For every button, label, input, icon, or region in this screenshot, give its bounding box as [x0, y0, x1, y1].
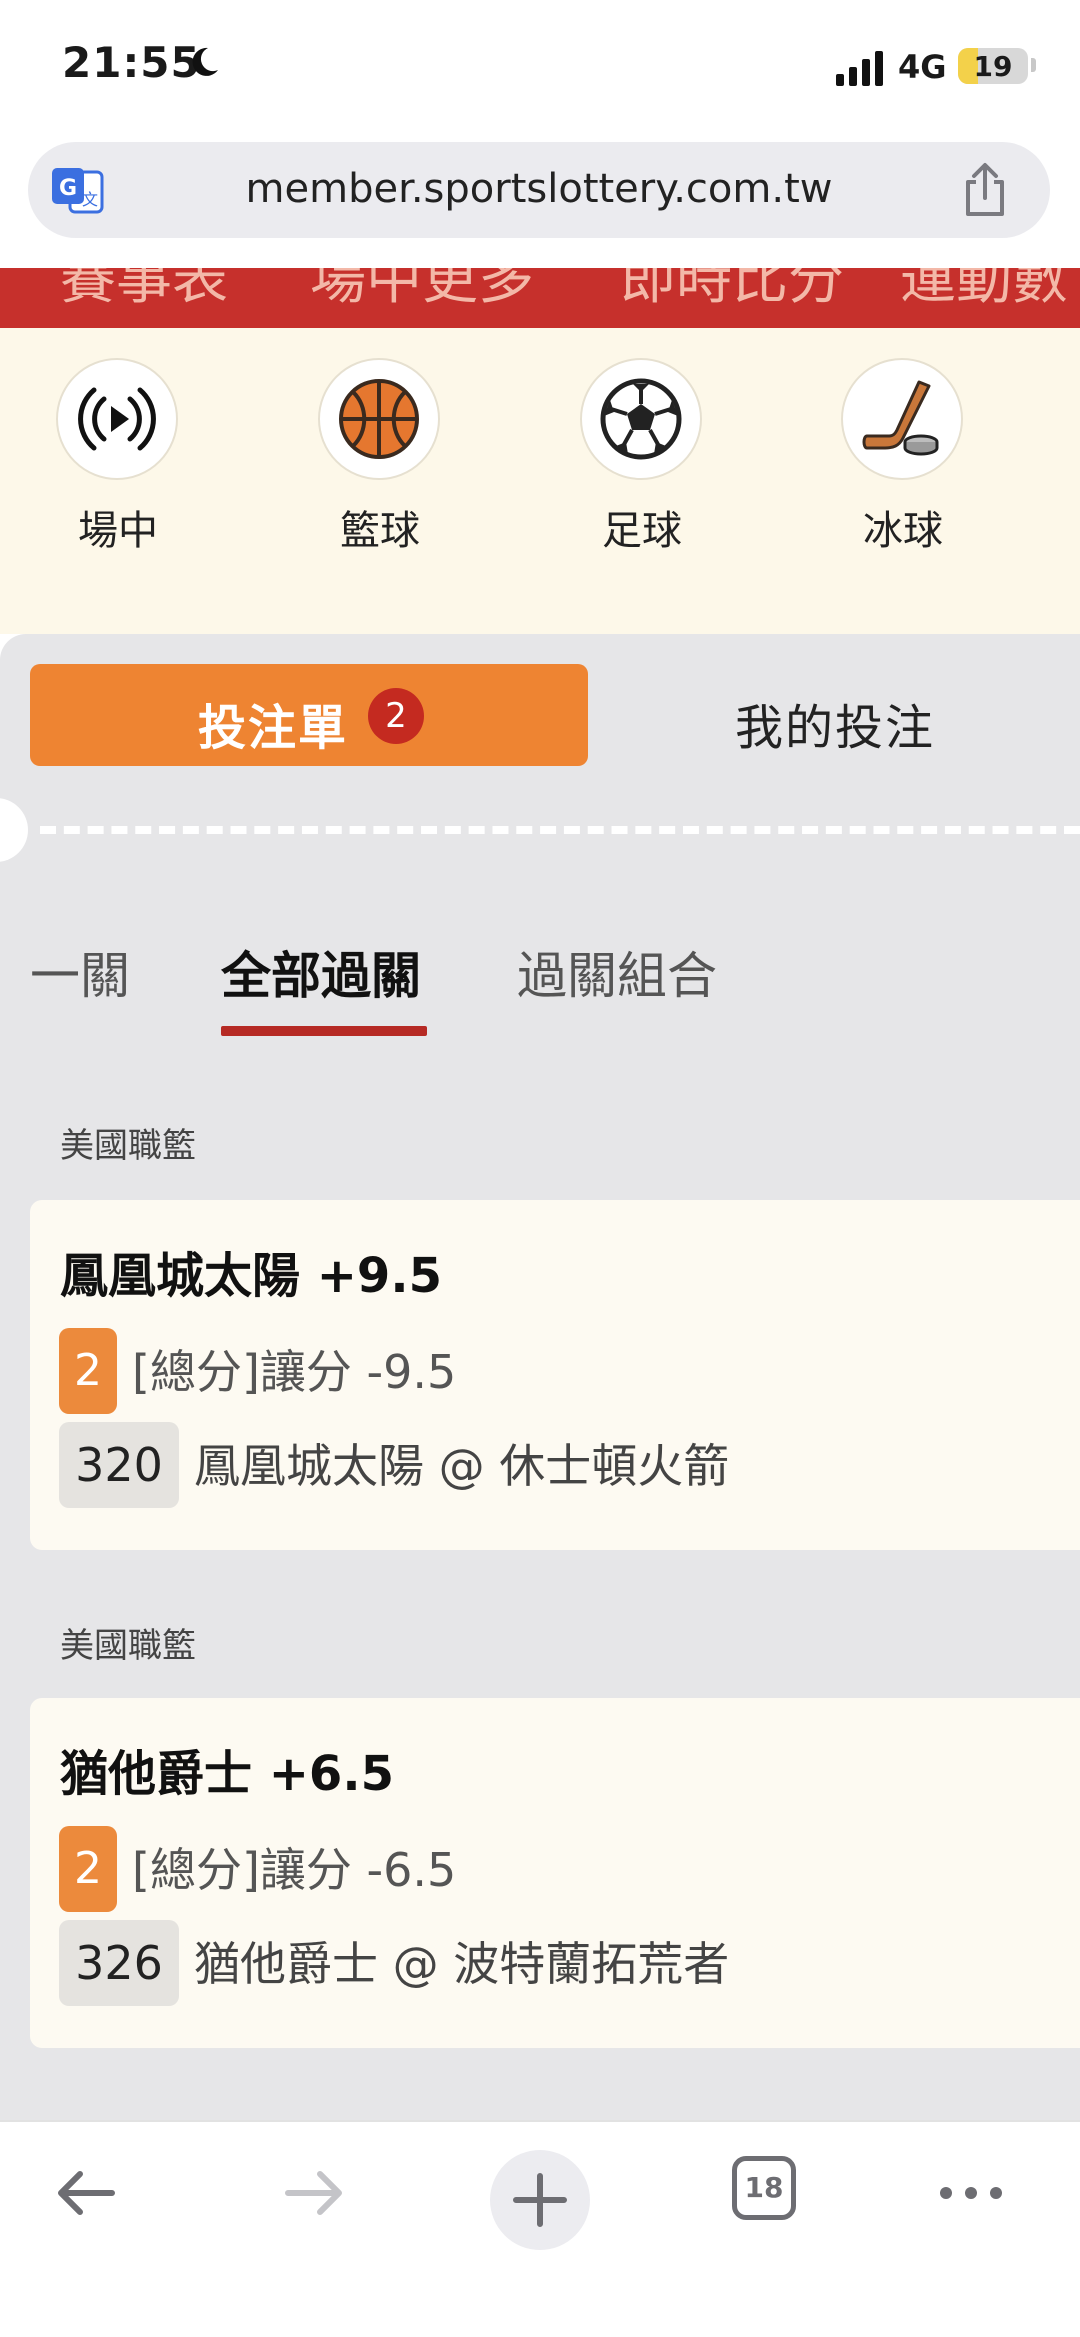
battery-tip — [1031, 58, 1036, 72]
betslip-count-badge: 2 — [368, 688, 424, 744]
bet-count-badge: 2 — [59, 1328, 117, 1414]
share-icon[interactable] — [960, 162, 1010, 218]
sport-label-basketball: 籃球 — [340, 508, 420, 554]
tab-switcher-button[interactable]: 18 — [732, 2156, 796, 2220]
sport-item-ice-hockey[interactable]: 冰球 — [818, 358, 988, 558]
game-code-badge: 320 — [59, 1422, 179, 1508]
dashed-divider — [40, 826, 1080, 834]
more-menu-button[interactable] — [896, 2122, 1046, 2252]
ticket-notch — [0, 798, 28, 862]
bet-market: [總分]讓分 -6.5 — [132, 1843, 457, 1897]
network-type: 4G — [898, 48, 947, 86]
subtab-parlay-combo[interactable]: 過關組合 — [517, 936, 717, 1008]
more-dots-icon — [940, 2187, 1002, 2199]
bet-count-badge: 2 — [59, 1826, 117, 1912]
cellular-signal-icon — [836, 51, 883, 86]
bet-selection: 猶他爵士 +6.5 — [60, 1746, 394, 1802]
arrow-left-icon — [58, 2171, 115, 2215]
sport-label-soccer: 足球 — [602, 508, 682, 554]
url-text[interactable]: member.sportslottery.com.tw — [28, 166, 1050, 212]
forward-button[interactable] — [238, 2122, 388, 2252]
bet-match: 鳳凰城太陽 @ 休士頓火箭 — [194, 1439, 730, 1493]
address-bar[interactable]: G 文 member.sportslottery.com.tw — [28, 142, 1050, 238]
back-button[interactable] — [12, 2122, 162, 2252]
live-icon — [78, 387, 156, 451]
sport-item-soccer[interactable]: 足球 — [557, 358, 727, 558]
banner-item-live-more[interactable]: 場中更多 — [310, 268, 534, 315]
banner-item-schedule[interactable]: 賽事表 — [60, 268, 228, 315]
moon-icon — [192, 47, 218, 76]
sport-label-live: 場中 — [78, 508, 158, 554]
basketball-icon — [339, 379, 419, 459]
bet-selection: 鳳凰城太陽 +9.5 — [60, 1248, 442, 1304]
ice-hockey-icon — [862, 380, 939, 456]
bet-card[interactable]: 鳳凰城太陽 +9.5 2 [總分]讓分 -9.5 320 鳳凰城太陽 @ 休士頓… — [30, 1200, 1080, 1550]
browser-toolbar: 18 — [0, 2120, 1080, 2337]
soccer-icon — [600, 378, 682, 460]
game-code-badge: 326 — [59, 1920, 179, 2006]
bet-market: [總分]讓分 -9.5 — [132, 1345, 457, 1399]
new-tab-button[interactable] — [490, 2150, 590, 2250]
status-time: 21:55 — [62, 38, 201, 87]
battery-level: 19 — [973, 50, 1013, 83]
tab-betslip-label: 投注單 — [198, 700, 349, 756]
sport-item-basketball[interactable]: 籃球 — [295, 358, 465, 558]
banner-item-sports-data[interactable]: 運動數 — [900, 268, 1068, 315]
banner-item-live-score[interactable]: 即時比分 — [620, 268, 844, 315]
arrow-right-icon — [285, 2171, 342, 2215]
league-label: 美國職籃 — [60, 1126, 196, 1166]
bet-card[interactable]: 猶他爵士 +6.5 2 [總分]讓分 -6.5 326 猶他爵士 @ 波特蘭拓荒… — [30, 1698, 1080, 2048]
tab-betslip[interactable]: 投注單 2 — [30, 664, 588, 766]
battery-icon: 19 — [958, 48, 1028, 84]
sports-category-strip: 場中 籃球 足球 冰球 — [0, 328, 1080, 634]
sport-label-ice-hockey: 冰球 — [863, 508, 943, 554]
subtab-single[interactable]: 一關 — [30, 936, 130, 1008]
sport-item-live[interactable]: 場中 — [33, 358, 203, 558]
league-label: 美國職籃 — [60, 1626, 196, 1666]
tab-my-bets-label: 我的投注 — [734, 700, 935, 756]
subtab-all-parlay[interactable]: 全部過關 — [221, 936, 421, 1008]
bet-match: 猶他爵士 @ 波特蘭拓荒者 — [194, 1937, 730, 1991]
plus-icon — [513, 2173, 567, 2227]
top-nav-banner: 賽事表 場中更多 即時比分 運動數 — [0, 268, 1080, 328]
subtab-active-indicator — [221, 1026, 427, 1036]
tab-my-bets[interactable]: 我的投注 — [590, 664, 1080, 766]
status-bar: 21:55 4G 19 — [0, 0, 1080, 135]
betslip-panel: 投注單 2 我的投注 一關 全部過關 過關組合 美國職籃 鳳凰城太陽 +9.5 … — [0, 634, 1080, 2120]
